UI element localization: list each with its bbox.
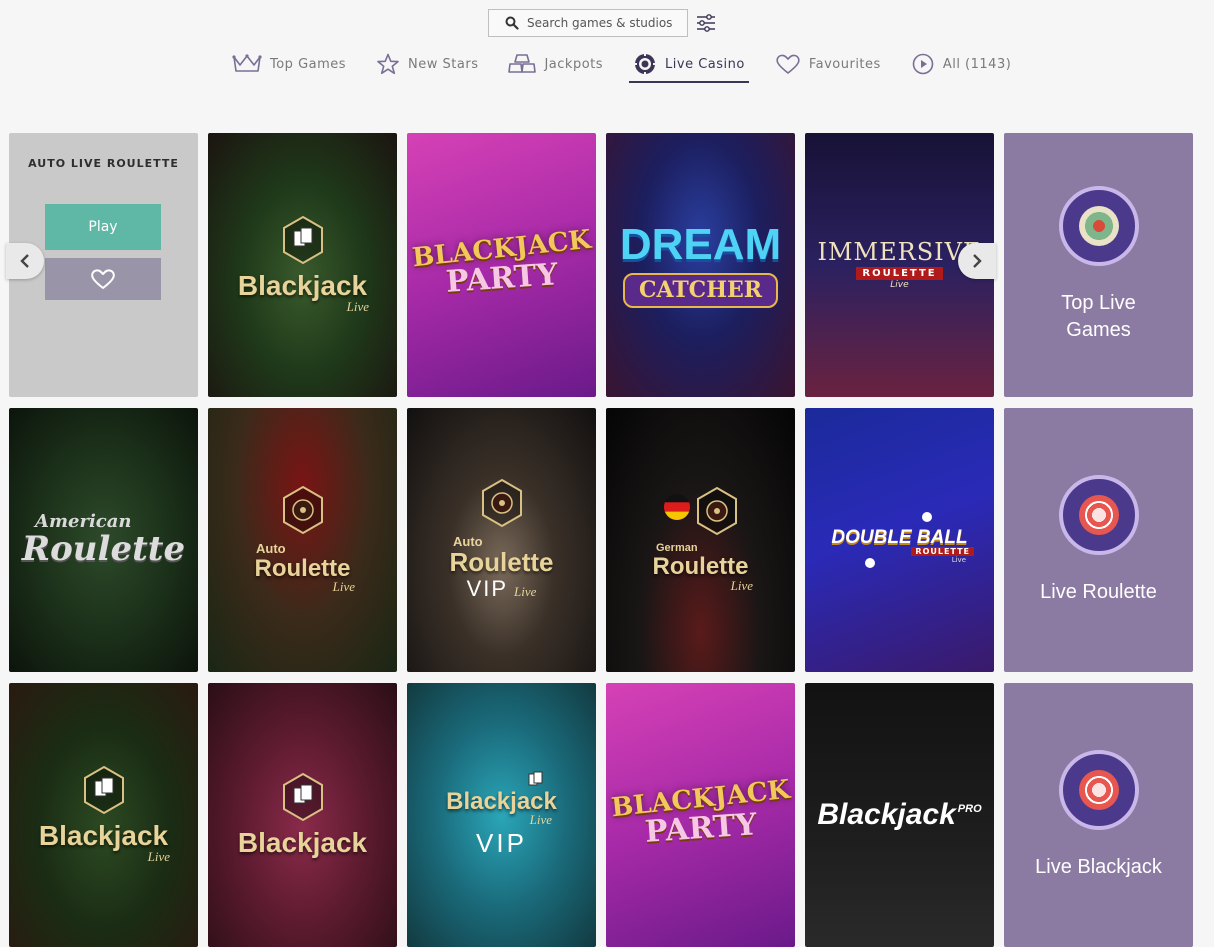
ball-icon <box>922 511 932 522</box>
sliders-icon <box>697 14 715 32</box>
game-logo-tag: Live <box>890 280 909 291</box>
category-tabs: Top Games New Stars Jackpots Live Casino… <box>232 48 1041 83</box>
category-live-roulette[interactable]: Live Roulette <box>1004 408 1193 672</box>
game-logo-sub: Live <box>332 579 355 595</box>
game-logo-sub: ROULETTE <box>911 547 974 557</box>
game-tile-double-ball-roulette[interactable]: DOUBLE BALL ROULETTE Live <box>805 408 994 672</box>
game-tile-dream-catcher[interactable]: DREAM CATCHER <box>606 133 795 397</box>
heart-icon <box>91 269 115 289</box>
roulette-hexagon-icon <box>481 478 522 527</box>
game-logo: DREAM <box>619 220 782 270</box>
game-logo: Blackjack <box>446 787 557 815</box>
search-input[interactable] <box>527 16 687 30</box>
game-logo: DOUBLE BALL <box>831 526 968 548</box>
game-logo-sub: Live <box>730 577 753 593</box>
play-circle-icon <box>912 53 934 75</box>
tab-top-games[interactable]: Top Games <box>232 48 346 80</box>
game-tile-blackjack-vip[interactable]: Blackjack Live VIP <box>407 683 596 947</box>
game-logo-vip: VIP <box>466 576 509 602</box>
tab-label: Live Casino <box>665 56 745 72</box>
cards-hexagon-icon <box>282 773 323 822</box>
game-logo-sub: PARTY <box>444 257 559 300</box>
crown-icon <box>232 54 262 72</box>
tab-label: All (1143) <box>942 56 1012 72</box>
favourite-button[interactable] <box>45 258 161 300</box>
game-logo: Blackjack <box>237 827 368 859</box>
category-top-live-games[interactable]: Top Live Games <box>1004 133 1193 397</box>
game-logo-tag: Live <box>951 556 966 565</box>
game-logo: Roulette <box>254 554 351 582</box>
game-grid: AUTO LIVE ROULETTE Roulette Play Blackja… <box>9 133 1193 947</box>
game-logo: IMMERSIVE <box>817 237 982 266</box>
game-tile-blackjack-party-2[interactable]: BLACKJACK PARTY <box>606 683 795 947</box>
tab-all[interactable]: All (1143) <box>911 48 1011 80</box>
poker-chip-icon <box>1058 474 1139 555</box>
game-tile-blackjack-party[interactable]: BLACKJACK PARTY <box>407 133 596 397</box>
heart-icon <box>776 54 800 74</box>
play-button[interactable]: Play <box>45 204 161 250</box>
search-bar <box>488 9 718 37</box>
game-logo-sub: ROULETTE <box>856 267 943 281</box>
game-logo-sub: Live <box>147 848 170 864</box>
game-tile-blackjack-live-2[interactable]: Blackjack Live <box>9 683 198 947</box>
game-logo-sub: PRO <box>957 803 982 816</box>
game-tile-blackjack-pro[interactable]: Blackjack PRO <box>805 683 994 947</box>
tab-live-casino[interactable]: Live Casino <box>629 48 749 83</box>
germany-flag-icon <box>663 494 690 521</box>
roulette-hexagon-icon <box>282 485 323 535</box>
star-icon <box>377 53 399 75</box>
game-tile-auto-roulette-vip[interactable]: Auto Roulette VIP Live <box>407 408 596 672</box>
game-logo: Roulette <box>449 546 554 577</box>
tab-new-stars[interactable]: New Stars <box>376 48 478 80</box>
cards-hexagon-icon <box>83 766 124 815</box>
game-tile-blackjack-live[interactable]: Blackjack Live <box>208 133 397 397</box>
tab-label: New Stars <box>408 56 479 72</box>
cards-icon <box>528 771 543 786</box>
filter-button[interactable] <box>694 11 718 35</box>
gold-bars-icon <box>508 54 537 73</box>
game-logo-sub: Live <box>529 812 552 828</box>
game-logo: Blackjack <box>237 270 368 302</box>
category-label: Top Live Games <box>1061 292 1136 341</box>
chevron-left-icon <box>20 254 29 268</box>
category-label: Live Blackjack <box>1035 855 1162 878</box>
game-logo-sub: Live <box>346 298 369 314</box>
tab-label: Favourites <box>808 56 881 72</box>
game-logo: Blackjack <box>817 798 956 832</box>
carousel-prev-button[interactable] <box>6 243 44 279</box>
poker-chip-icon <box>1058 749 1139 830</box>
game-logo-sub: Roulette <box>21 528 186 569</box>
game-logo-sub: PARTY <box>643 807 758 850</box>
roulette-hexagon-icon <box>696 487 737 536</box>
tab-favourites[interactable]: Favourites <box>775 48 881 80</box>
ball-icon <box>865 558 875 569</box>
game-tile-american-roulette[interactable]: American Roulette <box>9 408 198 672</box>
tab-jackpots[interactable]: Jackpots <box>508 48 603 80</box>
search-icon <box>505 16 519 30</box>
category-live-blackjack[interactable]: Live Blackjack <box>1004 683 1193 947</box>
tab-label: Jackpots <box>544 56 604 72</box>
game-logo-pre: Auto <box>256 540 286 556</box>
game-title: AUTO LIVE ROULETTE <box>28 157 179 170</box>
game-tile-german-roulette[interactable]: German Roulette Live <box>606 408 795 672</box>
search-box[interactable] <box>488 9 688 37</box>
game-tile-blackjack[interactable]: Blackjack <box>208 683 397 947</box>
game-logo: Roulette <box>652 553 749 581</box>
game-tile-auto-roulette[interactable]: Auto Roulette Live <box>208 408 397 672</box>
tab-label: Top Games <box>270 56 347 72</box>
game-logo-sub: Live <box>514 584 537 600</box>
live-chip-icon <box>1058 186 1139 266</box>
game-logo-sub: CATCHER <box>622 272 779 308</box>
carousel-next-button[interactable] <box>958 243 996 279</box>
chevron-right-icon <box>973 254 982 268</box>
game-logo-vip: VIP <box>476 828 527 859</box>
live-chip-icon <box>634 53 657 75</box>
category-label: Live Roulette <box>1040 580 1157 603</box>
cards-hexagon-icon <box>282 216 323 265</box>
game-logo: Blackjack <box>38 820 169 852</box>
